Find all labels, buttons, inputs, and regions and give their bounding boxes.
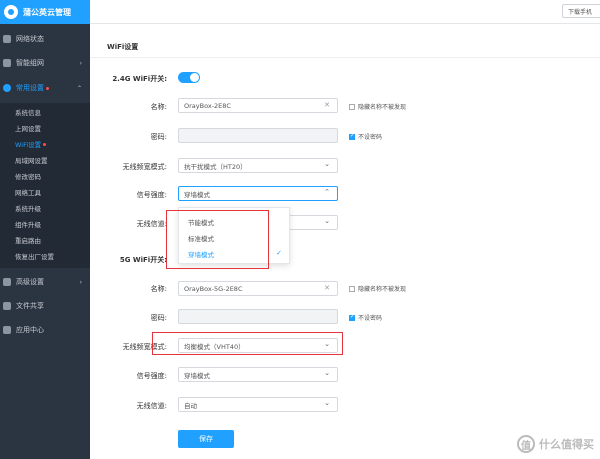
sidebar-item-label: 智能组网 bbox=[16, 59, 44, 67]
chevron-down-icon: ⌄ bbox=[324, 217, 330, 225]
sidebar-item-common-settings[interactable]: 常用设置 ⌃ bbox=[0, 77, 90, 99]
submenu-item-factory-reset[interactable]: 恢复出厂设置 bbox=[15, 249, 54, 263]
wifi5-no-password-checkbox[interactable]: 不设密码 bbox=[349, 313, 382, 322]
check-icon: ✓ bbox=[276, 249, 282, 257]
select-value: 自动 bbox=[184, 401, 197, 410]
wifi24-signal-label: 信号强度: bbox=[136, 191, 167, 199]
checkbox-icon bbox=[349, 132, 355, 140]
wifi5-password-label: 密码: bbox=[150, 314, 167, 322]
sidebar-item-label: 网络状态 bbox=[16, 35, 44, 43]
wifi24-signal-select[interactable]: 穿墙模式 ⌃ bbox=[178, 186, 338, 201]
wifi5-channel-select[interactable]: 自动 ⌄ bbox=[178, 397, 338, 412]
submenu-item-component-upgrade[interactable]: 组件升级 bbox=[15, 217, 41, 231]
checkbox-label: 隐藏名称不被发现 bbox=[358, 286, 407, 293]
divider bbox=[90, 57, 600, 58]
highlight-box-dropdown bbox=[166, 210, 269, 269]
advanced-settings-icon bbox=[3, 278, 11, 286]
wifi24-toggle-label: 2.4G WiFi开关: bbox=[112, 75, 167, 83]
checkbox-icon bbox=[349, 285, 355, 292]
sidebar-item-label: 高级设置 bbox=[16, 278, 44, 286]
logo-icon bbox=[4, 5, 18, 19]
submenu-item-lan[interactable]: 局域网设置 bbox=[15, 153, 48, 167]
chevron-up-icon: ⌃ bbox=[324, 188, 330, 196]
watermark: 值 什么值得买 bbox=[517, 435, 594, 453]
sidebar-item-advanced-settings[interactable]: 高级设置 › bbox=[0, 271, 90, 293]
wifi5-signal-label: 信号强度: bbox=[136, 372, 167, 380]
select-value: 穿墙模式 bbox=[184, 190, 210, 199]
checkbox-icon bbox=[349, 313, 355, 321]
chevron-down-icon: › bbox=[79, 278, 82, 286]
chevron-down-icon: ⌄ bbox=[324, 399, 330, 407]
wifi24-name-input[interactable]: OrayBox-2E8C ✕ bbox=[178, 98, 338, 113]
sidebar-item-label: 文件共享 bbox=[16, 302, 44, 310]
sidebar-item-network-status[interactable]: 网络状态 bbox=[0, 28, 90, 50]
sidebar-item-file-share[interactable]: 文件共享 bbox=[0, 295, 90, 317]
sidebar-item-app-center[interactable]: 应用中心 bbox=[0, 319, 90, 341]
submenu-item-network-tools[interactable]: 网络工具 bbox=[15, 185, 41, 199]
checkbox-label: 不设密码 bbox=[358, 134, 383, 141]
smart-network-icon bbox=[3, 59, 11, 67]
submenu-item-system-info[interactable]: 系统信息 bbox=[15, 105, 41, 119]
sidebar: 蒲公英云管理 网络状态 智能组网 › 常用设置 ⌃ 系统信息 上网设置 WiFi… bbox=[0, 0, 90, 459]
wifi5-name-input[interactable]: OrayBox-5G-2E8C ✕ bbox=[178, 281, 338, 296]
select-value: 抗干扰模式（HT20） bbox=[184, 162, 247, 171]
wifi24-toggle[interactable] bbox=[178, 72, 200, 83]
wifi5-name-label: 名称: bbox=[150, 285, 167, 293]
wifi24-password-input[interactable] bbox=[178, 128, 338, 143]
select-value: 穿墙模式 bbox=[184, 371, 210, 380]
watermark-logo-icon: 值 bbox=[517, 435, 535, 453]
clear-icon[interactable]: ✕ bbox=[324, 101, 330, 109]
wifi24-bandwidth-label: 无线频宽模式: bbox=[122, 163, 167, 171]
wifi24-password-label: 密码: bbox=[150, 133, 167, 141]
highlight-box-bandwidth bbox=[152, 332, 343, 355]
sidebar-submenu: 系统信息 上网设置 WiFi设置 局域网设置 修改密码 网络工具 系统升级 组件… bbox=[0, 103, 90, 268]
checkbox-icon bbox=[349, 103, 355, 110]
chevron-down-icon: ⌄ bbox=[324, 160, 330, 168]
submenu-item-internet[interactable]: 上网设置 bbox=[15, 121, 41, 135]
wifi5-name-value: OrayBox-5G-2E8C bbox=[184, 284, 243, 293]
checkbox-label: 不设密码 bbox=[358, 315, 383, 322]
notification-dot bbox=[43, 142, 47, 146]
watermark-text: 什么值得买 bbox=[539, 438, 594, 451]
app-title: 蒲公英云管理 bbox=[23, 7, 71, 17]
sidebar-item-smart-network[interactable]: 智能组网 › bbox=[0, 52, 90, 74]
wifi5-hide-checkbox[interactable]: 隐藏名称不被发现 bbox=[349, 284, 406, 293]
checkbox-label: 隐藏名称不被发现 bbox=[358, 104, 407, 111]
sidebar-item-label: 应用中心 bbox=[16, 326, 44, 334]
submenu-item-password[interactable]: 修改密码 bbox=[15, 169, 41, 183]
logo-bar: 蒲公英云管理 bbox=[0, 0, 90, 24]
download-app-button[interactable]: 下载手机 bbox=[562, 4, 600, 18]
gear-icon bbox=[3, 84, 11, 92]
chevron-up-icon: ⌃ bbox=[76, 84, 82, 92]
chevron-down-icon: ⌄ bbox=[324, 369, 330, 377]
wifi24-no-password-checkbox[interactable]: 不设密码 bbox=[349, 132, 382, 141]
page-title: WiFi设置 bbox=[107, 43, 139, 51]
wifi5-signal-select[interactable]: 穿墙模式 ⌄ bbox=[178, 367, 338, 382]
wifi24-hide-checkbox[interactable]: 隐藏名称不被发现 bbox=[349, 102, 406, 111]
save-button[interactable]: 保存 bbox=[178, 430, 234, 448]
wifi5-toggle-label: 5G WiFi开关: bbox=[119, 256, 167, 264]
submenu-item-reboot[interactable]: 重启路由 bbox=[15, 233, 41, 247]
notification-dot bbox=[46, 86, 49, 90]
app-center-icon bbox=[3, 326, 11, 334]
wifi24-bandwidth-select[interactable]: 抗干扰模式（HT20） ⌄ bbox=[178, 158, 338, 173]
top-bar: 下载手机 bbox=[90, 0, 600, 24]
wifi24-name-value: OrayBox-2E8C bbox=[184, 101, 231, 110]
submenu-item-wifi[interactable]: WiFi设置 bbox=[15, 137, 47, 151]
submenu-item-label: WiFi设置 bbox=[15, 141, 42, 149]
wifi5-password-input[interactable] bbox=[178, 309, 338, 324]
submenu-item-system-upgrade[interactable]: 系统升级 bbox=[15, 201, 41, 215]
wifi5-channel-label: 无线信道: bbox=[136, 402, 167, 410]
sidebar-item-label: 常用设置 bbox=[16, 84, 44, 92]
clear-icon[interactable]: ✕ bbox=[324, 284, 330, 292]
file-share-icon bbox=[3, 302, 11, 310]
network-status-icon bbox=[3, 35, 11, 43]
wifi24-name-label: 名称: bbox=[150, 103, 167, 111]
wifi24-channel-label: 无线信道: bbox=[136, 220, 167, 228]
chevron-right-icon: › bbox=[79, 59, 82, 67]
